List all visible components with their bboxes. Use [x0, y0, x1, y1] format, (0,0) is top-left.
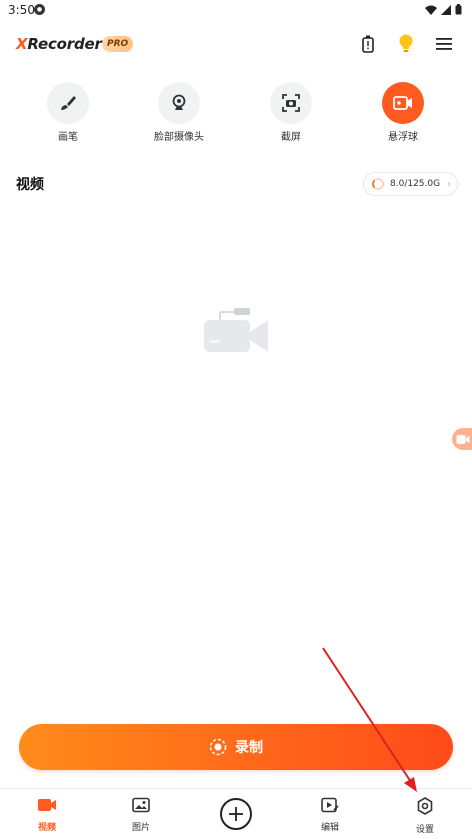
tool-brush[interactable]: 画笔	[28, 82, 108, 143]
tool-label: 悬浮球	[388, 132, 418, 143]
lightbulb-icon[interactable]	[396, 34, 416, 54]
record-icon	[209, 738, 227, 756]
tool-screenshot[interactable]: 截屏	[251, 82, 331, 143]
status-bar: 3:50 ●	[0, 0, 472, 22]
battery-icon	[455, 4, 462, 15]
edit-icon	[321, 797, 339, 813]
tool-webcam[interactable]: 脸部摄像头	[139, 82, 219, 143]
status-time: 3:50	[8, 3, 35, 17]
nav-label: 编辑	[320, 823, 339, 833]
signal-icon	[441, 4, 451, 15]
battery-alert-icon[interactable]	[358, 34, 378, 54]
pro-badge[interactable]: PRO	[102, 36, 134, 52]
nav-settings[interactable]: 设置	[395, 797, 455, 835]
floating-ball-icon	[382, 82, 424, 124]
wifi-icon	[425, 5, 437, 15]
record-button[interactable]: 录制	[19, 724, 453, 770]
nav-images[interactable]: 图片	[111, 797, 171, 833]
webcam-icon	[158, 82, 200, 124]
app-logo: XRecorder	[16, 35, 102, 53]
storage-text: 8.0/125.0G	[390, 179, 441, 189]
tools-row: 画笔 脸部摄像头 截屏 悬浮球	[0, 82, 472, 144]
storage-ring-icon	[372, 178, 384, 190]
tool-floating-ball[interactable]: 悬浮球	[363, 82, 443, 143]
storage-indicator[interactable]: 8.0/125.0G ›	[363, 172, 458, 196]
brush-icon	[47, 82, 89, 124]
image-icon	[132, 797, 150, 813]
settings-icon	[417, 797, 433, 815]
floating-camera-icon	[456, 434, 470, 444]
recording-indicator-icon: ●	[34, 4, 45, 15]
tool-label: 画笔	[58, 132, 78, 143]
empty-video-illustration	[204, 308, 268, 352]
section-title: 视频	[16, 177, 44, 193]
bottom-nav: 视频 图片 编辑 设置	[0, 788, 472, 839]
floating-ball[interactable]	[452, 428, 472, 450]
tool-label: 截屏	[281, 132, 301, 143]
tool-label: 脸部摄像头	[154, 132, 204, 143]
add-button[interactable]	[220, 798, 252, 830]
menu-icon[interactable]	[434, 34, 454, 54]
nav-video[interactable]: 视频	[17, 797, 77, 833]
chevron-right-icon: ›	[447, 178, 451, 190]
nav-edit[interactable]: 编辑	[300, 797, 360, 833]
nav-label: 视频	[37, 823, 56, 833]
status-icons	[425, 4, 462, 15]
app-header: XRecorder PRO	[0, 28, 472, 62]
nav-label: 图片	[131, 823, 150, 833]
screenshot-icon	[270, 82, 312, 124]
video-icon	[38, 799, 56, 811]
nav-label: 设置	[415, 825, 434, 835]
plus-icon	[229, 807, 243, 821]
record-label: 录制	[235, 740, 263, 756]
